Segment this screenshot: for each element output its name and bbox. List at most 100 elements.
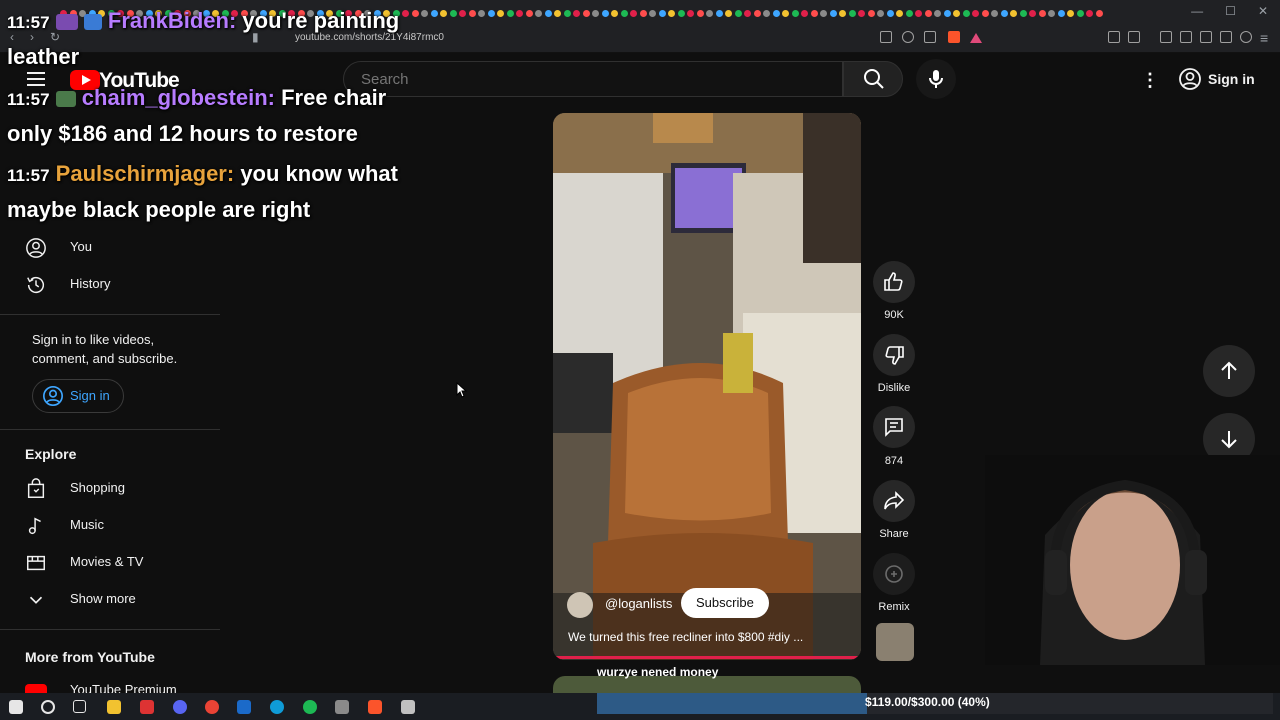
browser-tab[interactable] — [886, 10, 894, 17]
browser-tab[interactable] — [848, 10, 856, 17]
browser-tab[interactable] — [810, 10, 818, 17]
browser-tab[interactable] — [867, 10, 875, 17]
browser-tab[interactable] — [896, 10, 903, 17]
more-options-icon[interactable]: ⋮ — [1141, 70, 1159, 91]
browser-tab[interactable] — [725, 10, 732, 17]
browser-tab[interactable] — [544, 10, 552, 17]
browser-tab[interactable] — [468, 10, 476, 17]
sidebar-item-music[interactable]: Music — [12, 507, 220, 543]
browser-tab[interactable] — [478, 10, 485, 17]
browser-tab[interactable] — [459, 10, 466, 17]
share-page-icon[interactable] — [924, 31, 936, 43]
search-taskbar-icon[interactable] — [41, 700, 55, 714]
start-menu-icon[interactable] — [9, 700, 23, 714]
sidebar-item-history[interactable]: History — [12, 266, 220, 302]
browser-tab[interactable] — [1067, 10, 1074, 17]
vscode-icon[interactable] — [237, 700, 251, 714]
browser-tab[interactable] — [582, 10, 590, 17]
browser-tab[interactable] — [829, 10, 837, 17]
minimize-icon[interactable]: — — [1191, 4, 1203, 18]
brave-shield-icon[interactable] — [948, 31, 960, 43]
short-title[interactable]: We turned this free recliner into $800 #… — [568, 630, 803, 644]
sidebar-item-premium[interactable]: YouTube Premium — [12, 676, 220, 693]
browser-tab[interactable] — [1019, 10, 1027, 17]
browser-tab[interactable] — [953, 10, 960, 17]
obs-icon[interactable] — [140, 700, 154, 714]
browser-tab[interactable] — [525, 10, 533, 17]
browser-tab[interactable] — [487, 10, 495, 17]
browser-tab[interactable] — [772, 10, 780, 17]
shorts-video-player[interactable]: @loganlists Subscribe We turned this fre… — [553, 113, 861, 660]
sidebar-item-shopping[interactable]: Shopping — [12, 470, 220, 506]
vpn-icon[interactable] — [1220, 31, 1232, 43]
sidebar-toggle-icon[interactable] — [1180, 31, 1192, 43]
browser-tab[interactable] — [1095, 10, 1103, 17]
dislike-button[interactable] — [873, 334, 915, 376]
close-icon[interactable]: ✕ — [1258, 4, 1268, 18]
app-icon[interactable] — [401, 700, 415, 714]
browser-tab[interactable] — [763, 10, 770, 17]
browser-tab[interactable] — [506, 10, 514, 17]
sidebar-sign-in-button[interactable]: Sign in — [32, 379, 124, 413]
browser-tab[interactable] — [981, 10, 989, 17]
browser-tab[interactable] — [563, 10, 571, 17]
browser-tab[interactable] — [877, 10, 884, 17]
browser-tab[interactable] — [1029, 10, 1036, 17]
search-button[interactable] — [843, 61, 903, 97]
extensions-icon[interactable] — [1108, 31, 1120, 43]
cast-icon[interactable] — [880, 31, 892, 43]
browser-tab[interactable] — [554, 10, 561, 17]
sidebar-item-show-more[interactable]: Show more — [12, 581, 220, 617]
browser-tab[interactable] — [687, 10, 694, 17]
brave-icon[interactable] — [368, 700, 382, 714]
browser-tab[interactable] — [820, 10, 827, 17]
browser-tab[interactable] — [639, 10, 647, 17]
task-view-icon[interactable] — [73, 700, 86, 713]
browser-tab[interactable] — [1000, 10, 1008, 17]
browser-tab[interactable] — [943, 10, 951, 17]
browser-tab[interactable] — [924, 10, 932, 17]
file-explorer-icon[interactable] — [107, 700, 121, 714]
browser-tab[interactable] — [706, 10, 713, 17]
discord-icon[interactable] — [173, 700, 187, 714]
edge-icon[interactable] — [270, 700, 284, 714]
browser-tab[interactable] — [791, 10, 799, 17]
browser-menu-icon[interactable]: ≡ — [1260, 30, 1268, 46]
browser-tab[interactable] — [668, 10, 675, 17]
browser-tab[interactable] — [535, 10, 542, 17]
browser-tab[interactable] — [858, 10, 865, 17]
browser-tab[interactable] — [753, 10, 761, 17]
extension-icon[interactable] — [1128, 31, 1140, 43]
comments-button[interactable] — [873, 406, 915, 448]
browser-tab[interactable] — [744, 10, 751, 17]
browser-tab[interactable] — [630, 10, 637, 17]
browser-tab[interactable] — [497, 10, 504, 17]
browser-tab[interactable] — [1048, 10, 1055, 17]
browser-tab[interactable] — [620, 10, 628, 17]
browser-tab[interactable] — [601, 10, 609, 17]
progress-bar[interactable] — [553, 656, 861, 659]
profile-icon[interactable] — [1240, 31, 1252, 43]
browser-tab[interactable] — [715, 10, 723, 17]
browser-tab[interactable] — [734, 10, 742, 17]
browser-tab[interactable] — [696, 10, 704, 17]
browser-tab[interactable] — [1076, 10, 1084, 17]
search-input[interactable] — [359, 70, 823, 89]
browser-tab[interactable] — [905, 10, 913, 17]
channel-name[interactable]: @loganlists — [605, 596, 672, 611]
remix-button[interactable] — [873, 553, 915, 595]
sign-in-button[interactable]: Sign in — [1168, 62, 1278, 96]
browser-tab[interactable] — [1086, 10, 1093, 17]
chrome-icon[interactable] — [205, 700, 219, 714]
browser-tab[interactable] — [1057, 10, 1065, 17]
wallet-icon[interactable] — [1200, 31, 1212, 43]
browser-tab[interactable] — [677, 10, 685, 17]
channel-avatar[interactable] — [567, 592, 593, 618]
browser-tab[interactable] — [991, 10, 998, 17]
browser-tab[interactable] — [1038, 10, 1046, 17]
window-controls[interactable]: — ☐ ✕ — [1191, 4, 1280, 18]
browser-tab[interactable] — [658, 10, 666, 17]
previous-short-button[interactable] — [1203, 345, 1255, 397]
share-button[interactable] — [873, 480, 915, 522]
subscribe-button[interactable]: Subscribe — [681, 588, 769, 618]
